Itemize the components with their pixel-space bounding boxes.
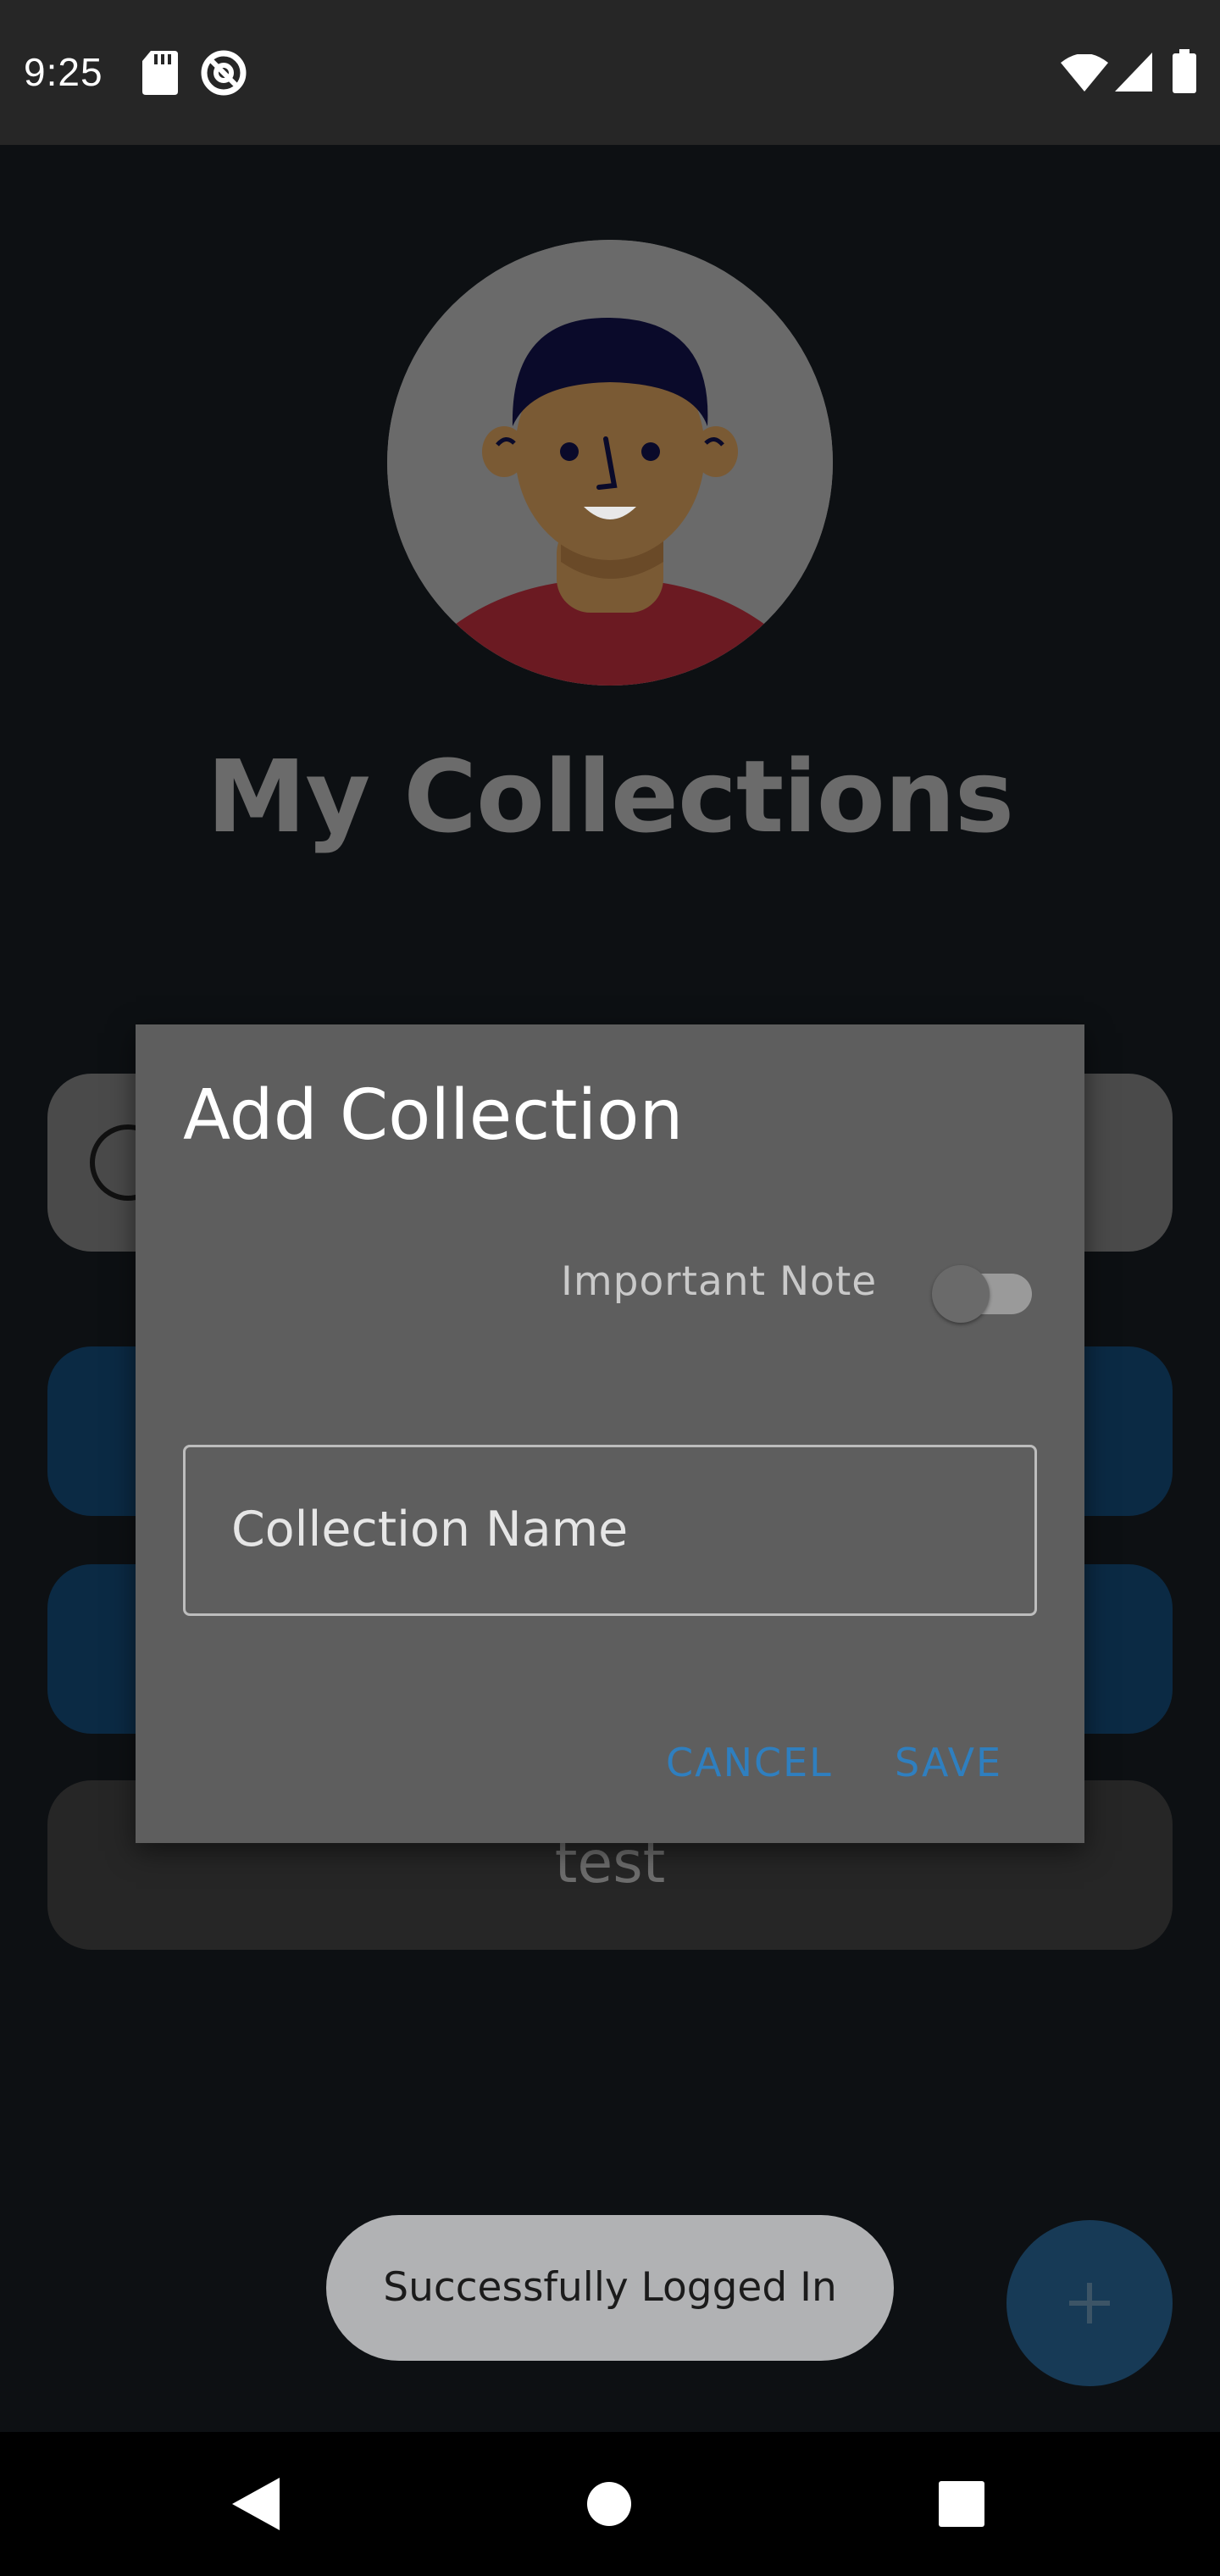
dialog-title: Add Collection: [183, 1075, 684, 1156]
back-icon[interactable]: [232, 2478, 280, 2530]
avatar-illustration: [387, 240, 833, 686]
important-note-switch[interactable]: [932, 1262, 1034, 1323]
status-time: 9:25: [24, 50, 103, 94]
home-icon[interactable]: [586, 2481, 632, 2527]
status-bar: 9:25: [0, 0, 1220, 145]
add-collection-dialog: Add Collection Important Note Collection…: [136, 1024, 1084, 1843]
toast-message: Successfully Logged In: [326, 2215, 894, 2361]
recents-icon[interactable]: [939, 2481, 984, 2527]
battery-icon: [1173, 49, 1196, 93]
plus-icon: [1069, 2283, 1110, 2323]
do-not-disturb-icon: [201, 50, 247, 96]
collection-name-placeholder: Collection Name: [231, 1502, 629, 1557]
avatar[interactable]: [387, 240, 833, 686]
switch-thumb: [932, 1265, 990, 1323]
save-button[interactable]: SAVE: [895, 1740, 1002, 1785]
collections-screen: My Collections test Add Collection Impor…: [0, 145, 1220, 2432]
page-title: My Collections: [206, 738, 1014, 855]
collection-name-field[interactable]: Collection Name: [183, 1445, 1037, 1616]
cancel-button[interactable]: CANCEL: [666, 1740, 833, 1785]
sd-card-icon: [142, 51, 178, 95]
add-collection-fab[interactable]: [1006, 2220, 1173, 2386]
cellular-signal-icon: [1115, 53, 1152, 92]
wifi-icon: [1061, 54, 1108, 92]
navigation-bar: [0, 2432, 1220, 2576]
important-note-label: Important Note: [561, 1258, 878, 1305]
